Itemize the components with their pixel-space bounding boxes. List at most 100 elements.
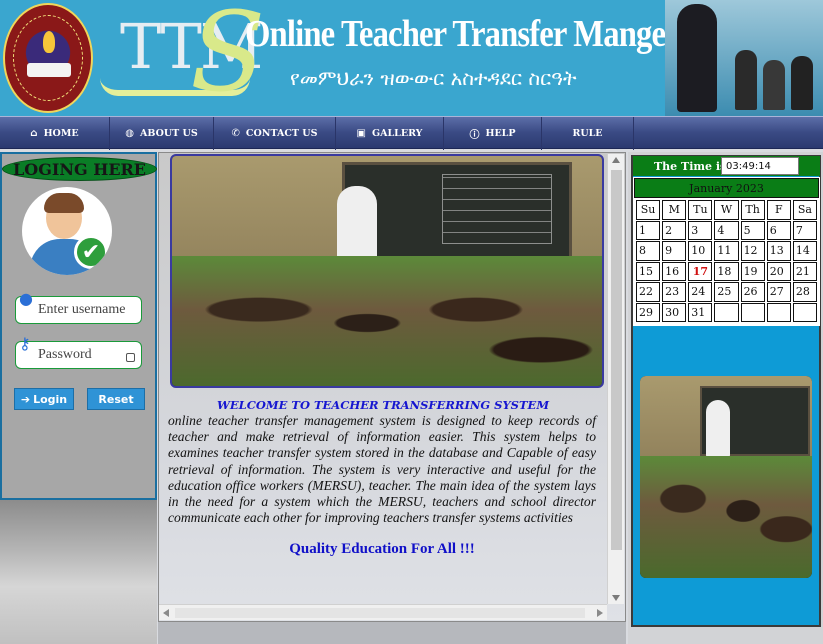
weekday-header: Tu [688, 200, 713, 220]
calendar-day: 14 [792, 241, 817, 261]
nav-home[interactable]: ⌂ HOME [0, 117, 110, 150]
vertical-scrollbar[interactable] [607, 154, 624, 604]
sidebar-classroom-photo [640, 376, 812, 578]
nav-gallery-label: GALLERY [371, 128, 423, 139]
nav-help-label: HELP [485, 128, 516, 139]
calendar-day: 1 [636, 220, 661, 240]
image-icon: ▣ [356, 128, 366, 139]
school-logo [3, 3, 93, 113]
calendar-day: 10 [688, 241, 713, 261]
main-nav: ⌂ HOME ◍ ABOUT US ✆ CONTACT US ▣ GALLERY… [0, 116, 823, 150]
calendar-day: 4 [714, 220, 739, 240]
nav-gallery[interactable]: ▣ GALLERY [336, 117, 444, 150]
nav-contact-label: CONTACT US [245, 128, 318, 139]
scroll-down-arrow-icon[interactable] [612, 595, 620, 601]
torch-flame-icon [43, 31, 55, 53]
calendar-day [714, 302, 739, 322]
scroll-right-arrow-icon[interactable] [597, 609, 603, 617]
calendar-day: 13 [766, 241, 791, 261]
info-icon: ⓘ [469, 130, 480, 141]
weekday-header: W [714, 200, 739, 220]
login-heading: LOGING HERE [2, 157, 157, 181]
calendar-day: 6 [766, 220, 791, 240]
scroll-up-arrow-icon[interactable] [612, 157, 620, 163]
calendar-day: 26 [740, 282, 765, 302]
welcome-heading: WELCOME TO TEACHER TRANSFERRING SYSTEM [216, 398, 550, 412]
scrollbar-thumb[interactable] [611, 170, 622, 550]
site-title-amharic: የመምህራን ዝውውር አስተዳደር ስርዓት [290, 66, 577, 90]
calendar-day: 11 [714, 241, 739, 261]
calendar-day: 30 [662, 302, 687, 322]
slogan: Quality Education For All !!! [289, 541, 475, 557]
show-password-checkbox[interactable] [126, 353, 135, 362]
weekday-header: F [766, 200, 791, 220]
header-students-photo [665, 0, 823, 116]
calendar-day: 23 [662, 282, 687, 302]
password-field-wrapper: ⚷ [15, 334, 142, 369]
system-description: online teacher transfer management syste… [168, 413, 596, 526]
login-button-label: Login [33, 392, 68, 406]
nav-about-us[interactable]: ◍ ABOUT US [110, 117, 214, 150]
weekday-header: M [662, 200, 687, 220]
time-label: The Time is: [654, 159, 731, 173]
nav-rule[interactable]: RULE [542, 117, 634, 150]
calendar-day: 9 [662, 241, 687, 261]
calendar-day: 3 [688, 220, 713, 240]
username-field-wrapper: ● [15, 289, 142, 324]
horizontal-scrollbar-thumb[interactable] [175, 608, 585, 618]
username-input[interactable] [16, 297, 141, 323]
calendar-month-title: January 2023 [634, 178, 819, 198]
calendar-day: 27 [766, 282, 791, 302]
home-icon: ⌂ [30, 128, 38, 139]
clock-bar: The Time is: 03:49:14 [633, 156, 820, 176]
scroll-left-arrow-icon[interactable] [163, 609, 169, 617]
calendar: January 2023 Su M Tu W Th F Sa 1 2 3 4 5… [633, 177, 820, 326]
calendar-day [740, 302, 765, 322]
sign-in-icon: ➔ [20, 392, 31, 406]
login-box: LOGING HERE ✔ [0, 152, 157, 500]
calendar-day: 16 [662, 261, 687, 281]
calendar-day: 31 [688, 302, 713, 322]
calendar-day-today: 17 [688, 261, 713, 281]
nav-home-label: HOME [43, 128, 79, 139]
weekday-header: Su [636, 200, 661, 220]
calendar-day: 25 [714, 282, 739, 302]
calendar-day: 19 [740, 261, 765, 281]
login-panel-footer [0, 500, 157, 644]
login-button[interactable]: ➔ Login [14, 388, 74, 410]
calendar-day: 20 [766, 261, 791, 281]
calendar-day: 15 [636, 261, 661, 281]
calendar-day: 8 [636, 241, 661, 261]
user-icon: ● [19, 289, 33, 308]
calendar-day: 12 [740, 241, 765, 261]
reset-button[interactable]: Reset [87, 388, 145, 410]
classroom-photo [170, 154, 604, 388]
content-footer [158, 622, 626, 644]
calendar-day: 2 [662, 220, 687, 240]
header-banner: TTM S Online Teacher Transfer Mangement … [0, 0, 823, 116]
nav-rule-label: RULE [572, 128, 603, 139]
horizontal-scrollbar[interactable] [159, 604, 607, 620]
calendar-day: 29 [636, 302, 661, 322]
nav-help[interactable]: ⓘ HELP [444, 117, 542, 150]
calendar-day: 21 [792, 261, 817, 281]
weekday-header: Th [740, 200, 765, 220]
reset-button-label: Reset [98, 392, 134, 406]
calendar-day: 7 [792, 220, 817, 240]
password-input[interactable] [16, 342, 141, 368]
globe-icon: ◍ [125, 128, 135, 139]
calendar-day [792, 302, 817, 322]
user-avatar-icon: ✔ [22, 187, 112, 275]
key-icon: ⚷ [19, 334, 31, 353]
calendar-day: 5 [740, 220, 765, 240]
calendar-day: 22 [636, 282, 661, 302]
time-display: 03:49:14 [721, 157, 799, 175]
calendar-grid: Su M Tu W Th F Sa 1 2 3 4 5 6 7 8 9 10 1… [634, 199, 819, 323]
book-icon [27, 63, 71, 77]
checkmark-icon: ✔ [74, 235, 108, 269]
calendar-day [766, 302, 791, 322]
weekday-header: Sa [792, 200, 817, 220]
calendar-day: 24 [688, 282, 713, 302]
calendar-day: 28 [792, 282, 817, 302]
nav-contact-us[interactable]: ✆ CONTACT US [214, 117, 336, 150]
